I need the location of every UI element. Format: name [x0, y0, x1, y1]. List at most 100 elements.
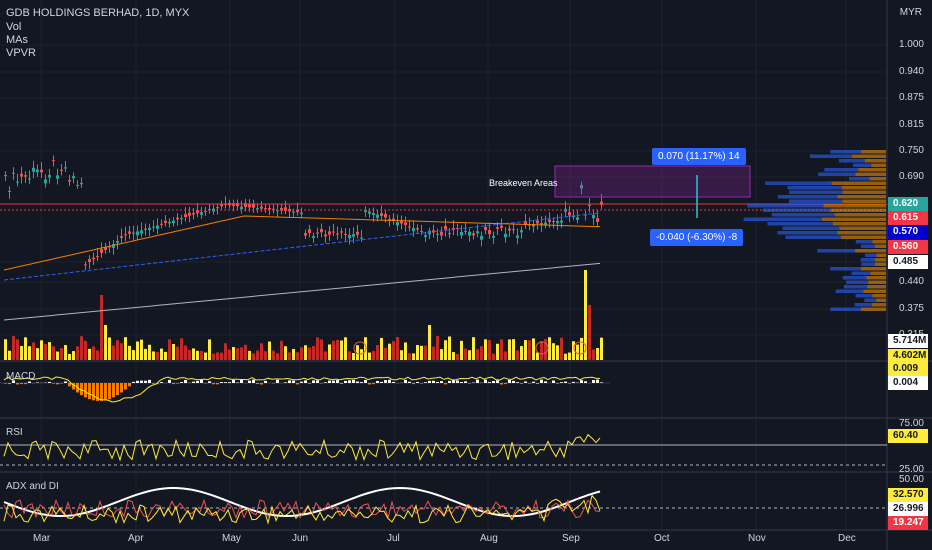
candle-body [200, 212, 203, 215]
macd-histogram-bar [592, 380, 595, 383]
measure-down-label[interactable]: -0.040 (-6.30%) -8 [650, 229, 744, 246]
macd-histogram-bar [580, 380, 583, 383]
vpvr-bar-up [809, 154, 852, 158]
macd-histogram-bar [568, 383, 571, 384]
volume-bar [108, 337, 111, 360]
volume-bar [308, 347, 311, 360]
volume-bar [328, 344, 331, 360]
vpvr-bar-down [837, 195, 886, 199]
candle-body [120, 236, 123, 238]
macd-histogram-bar [432, 380, 435, 383]
vpvr-bar-down [821, 217, 886, 221]
volume-bar [84, 340, 87, 360]
volume-bar [156, 351, 159, 360]
volume-bar [224, 343, 227, 360]
rsi-pane-label[interactable]: RSI [6, 427, 23, 438]
vpvr-bar-down [842, 199, 886, 203]
adx-pane-label[interactable]: ADX and DI [6, 481, 59, 492]
macd-histogram-bar [436, 381, 439, 383]
vpvr-bar-down [874, 244, 886, 248]
candle-body [304, 233, 307, 236]
candle-body [256, 208, 259, 210]
chart-area[interactable]: GDB HOLDINGS BERHAD, 1D, MYX Vol MAs VPV… [0, 0, 932, 550]
measure-up-label[interactable]: 0.070 (11.17%) 14 [652, 148, 746, 165]
price-tag: 0.620 [888, 197, 928, 211]
indicator-mas-label[interactable]: MAs [6, 33, 28, 47]
volume-bar [152, 351, 155, 360]
vpvr-bar-up [854, 303, 872, 307]
macd-histogram-bar [536, 383, 539, 385]
vpvr-bar-down [860, 307, 886, 311]
vpvr-bar-up [864, 298, 877, 302]
price-scale-label: 0.815 [898, 119, 924, 130]
volume-bar [52, 346, 55, 360]
candle-body [380, 213, 383, 216]
macd-histogram-bar [60, 383, 63, 384]
volume-bar [452, 352, 455, 360]
macd-histogram-bar [228, 382, 231, 383]
candle-body [12, 172, 15, 174]
candle-body [40, 169, 43, 173]
macd-histogram-bar [208, 381, 211, 383]
candle-body [372, 213, 375, 216]
candle-body [324, 234, 327, 237]
volume-bar [340, 340, 343, 360]
vpvr-bar-up [851, 271, 871, 275]
volume-bar [436, 336, 439, 360]
volume-bar [324, 351, 327, 360]
volume-bar [416, 345, 419, 360]
price-tag: 0.615 [888, 211, 928, 225]
macd-pane-label[interactable]: MACD [6, 371, 35, 382]
candle-body [404, 222, 407, 225]
candle-body [472, 233, 475, 236]
vpvr-bar-down [831, 181, 886, 185]
macd-histogram-bar [316, 380, 319, 383]
candle-body [476, 231, 479, 234]
macd-histogram-bar [152, 383, 155, 384]
macd-histogram-bar [8, 383, 11, 385]
volume-bar [132, 350, 135, 360]
volume-bar [464, 348, 467, 360]
volume-bar [96, 350, 99, 360]
chart-canvas[interactable] [0, 0, 932, 550]
volume-bar [404, 342, 407, 360]
volume-bar [240, 347, 243, 360]
macd-histogram-bar [328, 380, 331, 383]
month-label: Aug [480, 533, 498, 544]
macd-histogram-bar [564, 381, 567, 383]
candle-body [264, 208, 267, 210]
price-scale-label: 0.750 [898, 145, 924, 156]
volume-bar [480, 346, 483, 360]
volume-bar [316, 337, 319, 360]
month-label: Dec [838, 533, 856, 544]
indicator-vpvr-label[interactable]: VPVR [6, 46, 36, 60]
macd-histogram-bar [132, 381, 135, 383]
candle-body [388, 218, 391, 220]
candle-body [440, 231, 443, 236]
macd-histogram-bar [128, 383, 131, 387]
volume-bar [160, 348, 163, 360]
indicator-vol-label[interactable]: Vol [6, 20, 21, 34]
candle-body [592, 215, 595, 219]
macd-histogram-bar [512, 380, 515, 383]
vpvr-bar-up [864, 253, 877, 257]
volume-bar [376, 345, 379, 360]
macd-histogram-bar [232, 379, 235, 383]
macd-histogram-bar [456, 380, 459, 383]
vpvr-bar-down [870, 271, 886, 275]
candle-body [64, 167, 67, 169]
macd-histogram-bar [376, 380, 379, 383]
symbol-title[interactable]: GDB HOLDINGS BERHAD, 1D, MYX [6, 6, 189, 20]
macd-signal-tag: 0.004 [888, 376, 928, 390]
candle-body [496, 227, 499, 229]
volume-bar [68, 353, 71, 360]
volume-bar [564, 353, 567, 360]
volume-bar [392, 341, 395, 360]
price-scale-label: 1.000 [898, 39, 924, 50]
vpvr-bar-down [868, 280, 886, 284]
breakeven-areas-label[interactable]: Breakeven Areas [489, 178, 558, 188]
macd-histogram-bar [464, 381, 467, 383]
macd-histogram-bar [68, 383, 71, 387]
volume-bar [220, 352, 223, 360]
candle-body [188, 212, 191, 216]
